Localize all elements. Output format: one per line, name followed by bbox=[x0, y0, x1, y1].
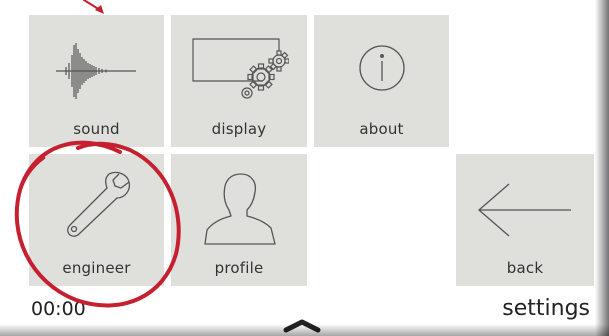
engineer-label: engineer bbox=[62, 259, 131, 277]
back-label: back bbox=[506, 259, 544, 277]
wrench-icon bbox=[67, 171, 131, 237]
waveform-icon bbox=[56, 43, 136, 99]
display-label: display bbox=[211, 120, 267, 138]
about-label: about bbox=[359, 120, 404, 138]
arrow-left-icon bbox=[478, 183, 571, 237]
about-tile[interactable]: about bbox=[314, 15, 449, 147]
user-silhouette-icon bbox=[204, 173, 276, 245]
display-tile[interactable]: display bbox=[171, 15, 307, 147]
clock-text: 00:00 bbox=[31, 298, 86, 320]
engineer-tile[interactable]: engineer bbox=[29, 154, 164, 286]
info-icon bbox=[359, 45, 405, 91]
sound-tile[interactable]: sound bbox=[29, 15, 164, 147]
display-gears-icon bbox=[192, 38, 289, 99]
settings-screen: sound display about engineer profile bac… bbox=[0, 0, 609, 336]
bezel-bottom-shadow bbox=[0, 324, 609, 336]
sound-label: sound bbox=[73, 120, 120, 138]
bezel-shadow bbox=[595, 0, 609, 336]
screen-title: settings bbox=[502, 296, 590, 321]
profile-tile[interactable]: profile bbox=[171, 154, 307, 286]
profile-label: profile bbox=[214, 259, 264, 277]
back-tile[interactable]: back bbox=[456, 154, 594, 286]
